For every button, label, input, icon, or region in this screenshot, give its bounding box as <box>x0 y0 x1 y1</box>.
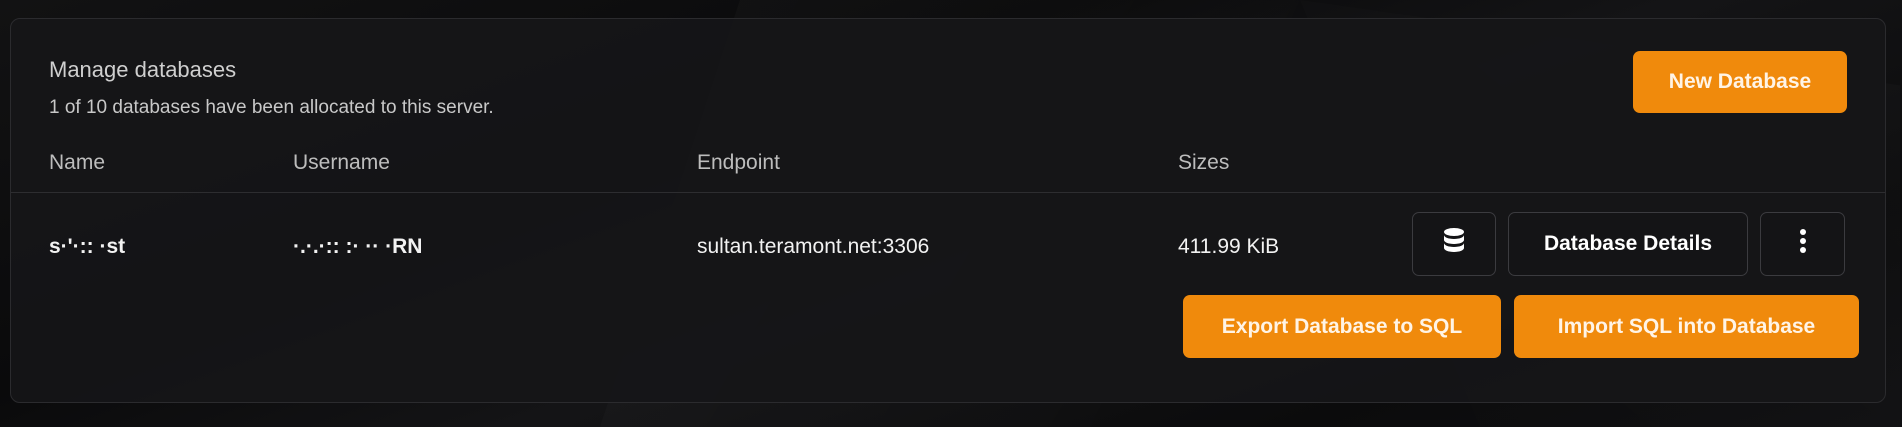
new-database-button[interactable]: New Database <box>1633 51 1847 113</box>
database-size: 411.99 KiB <box>1178 235 1280 258</box>
column-header-endpoint: Endpoint <box>697 151 780 174</box>
database-icon <box>1442 227 1466 261</box>
database-endpoint: sultan.teramont.net:3306 <box>697 235 930 258</box>
databases-panel: Manage databases 1 of 10 databases have … <box>10 18 1886 403</box>
column-header-username: Username <box>293 151 390 174</box>
panel-title: Manage databases <box>49 57 237 82</box>
header-divider <box>11 192 1885 193</box>
column-header-sizes: Sizes <box>1178 151 1230 174</box>
database-details-button[interactable]: Database Details <box>1508 212 1748 276</box>
more-vertical-icon <box>1799 228 1807 260</box>
export-database-button[interactable]: Export Database to SQL <box>1183 295 1501 358</box>
more-actions-button[interactable] <box>1760 212 1845 276</box>
database-connection-button[interactable] <box>1412 212 1496 276</box>
allocation-status: 1 of 10 databases have been allocated to… <box>49 97 494 118</box>
database-username: ·.·.·:: :· ·· ·RN <box>293 235 423 258</box>
import-sql-button[interactable]: Import SQL into Database <box>1514 295 1859 358</box>
column-header-name: Name <box>49 151 106 174</box>
database-name: s·'·:: ·st <box>49 235 126 258</box>
